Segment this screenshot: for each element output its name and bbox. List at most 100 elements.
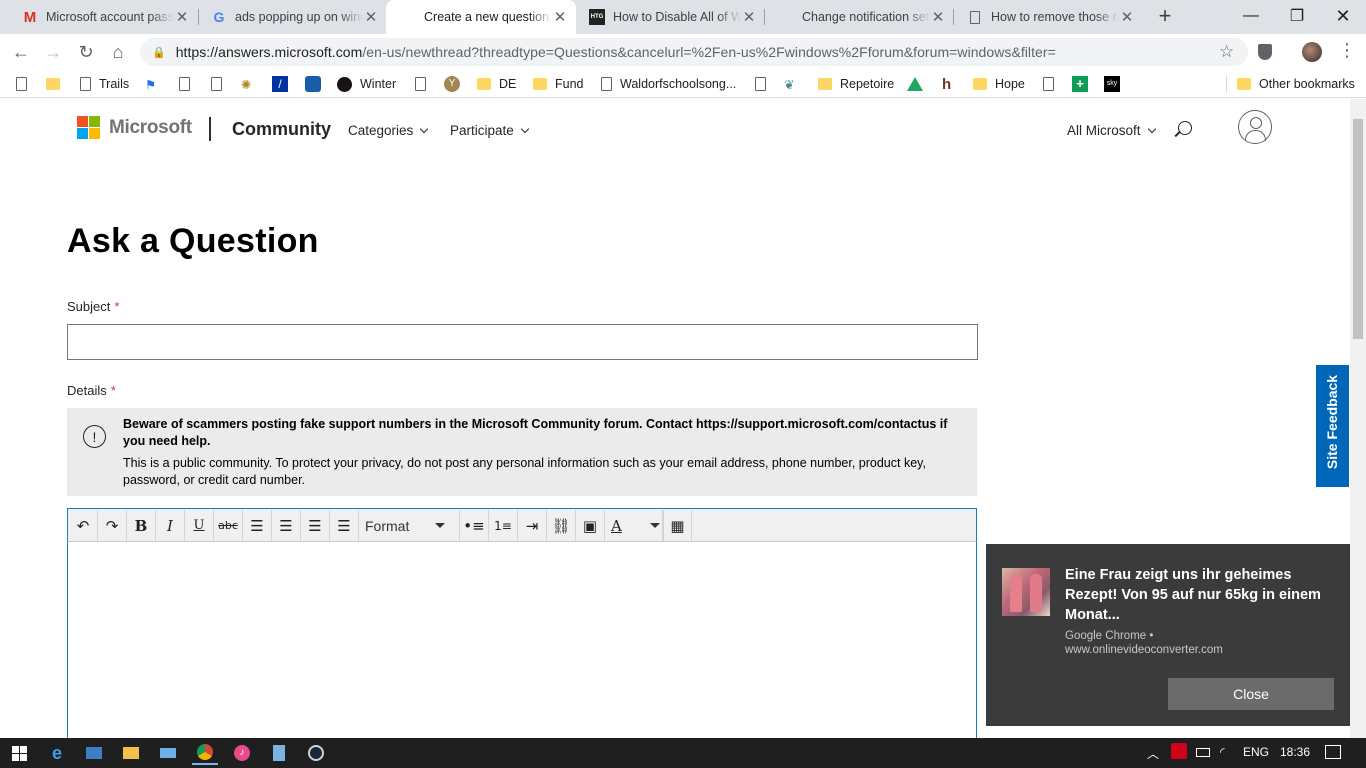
- image-button[interactable]: ▣: [576, 510, 605, 541]
- format-dropdown[interactable]: Format: [359, 510, 460, 541]
- tab-remove-notifications[interactable]: How to remove those notifications ✕: [953, 0, 1143, 34]
- bookmark-icon-only[interactable]: [305, 75, 321, 93]
- restore-button[interactable]: ❐: [1274, 0, 1320, 32]
- shield-icon[interactable]: [1258, 44, 1272, 60]
- align-center-button[interactable]: ☰: [272, 510, 301, 541]
- profile-avatar[interactable]: [1302, 42, 1322, 62]
- bookmark-page[interactable]: [755, 75, 774, 93]
- tab-notification-settings[interactable]: Change notification settings ✕: [764, 0, 954, 34]
- file-explorer-icon[interactable]: [118, 741, 144, 765]
- bullet-list-button[interactable]: •≡: [460, 510, 489, 541]
- participate-menu[interactable]: Participate: [450, 123, 530, 138]
- notification-close-button[interactable]: Close: [1168, 678, 1334, 710]
- back-button[interactable]: ←: [8, 39, 34, 65]
- bookmark-fund[interactable]: Fund: [533, 75, 584, 93]
- reload-button[interactable]: ↻: [73, 39, 99, 65]
- community-link[interactable]: Community: [232, 119, 331, 140]
- wifi-icon[interactable]: ◜: [1220, 745, 1225, 759]
- antivirus-icon[interactable]: [1171, 743, 1187, 759]
- bookmark-icon-only[interactable]: +: [1072, 75, 1088, 93]
- chrome-notification-toast[interactable]: Eine Frau zeigt uns ihr geheimes Rezept!…: [986, 544, 1350, 726]
- account-avatar[interactable]: [1238, 110, 1272, 144]
- bookmark-de[interactable]: DE: [477, 75, 516, 93]
- windows-start-icon[interactable]: [6, 741, 32, 765]
- bookmark-page[interactable]: [1043, 75, 1062, 93]
- table-button[interactable]: ▦: [663, 510, 692, 541]
- chrome-icon[interactable]: [192, 741, 218, 765]
- font-color-button[interactable]: A: [605, 510, 663, 541]
- steam-icon[interactable]: [303, 741, 329, 765]
- tab-htg[interactable]: HTG How to Disable All of Windows ✕: [575, 0, 765, 34]
- bookmark-page[interactable]: [211, 75, 230, 93]
- folder-icon: [533, 78, 547, 90]
- lock-icon[interactable]: 🔒: [152, 46, 166, 59]
- bookmark-repetoire[interactable]: Repetoire: [818, 75, 894, 93]
- bookmark-waldorf[interactable]: Waldorfschoolsong...: [601, 75, 736, 93]
- link-button[interactable]: ⛓: [547, 510, 576, 541]
- align-right-button[interactable]: ☰: [301, 510, 330, 541]
- forward-button[interactable]: →: [40, 39, 66, 65]
- subject-input[interactable]: [67, 324, 978, 360]
- redo-button[interactable]: ↷: [98, 510, 127, 541]
- close-window-button[interactable]: ✕: [1320, 0, 1366, 32]
- close-tab-icon[interactable]: ✕: [174, 8, 190, 26]
- bookmark-icon-only[interactable]: ❦: [784, 75, 794, 93]
- scrollbar-thumb[interactable]: [1353, 119, 1363, 339]
- bookmark-icon-only[interactable]: ⚑: [145, 75, 156, 93]
- clock[interactable]: 18:36: [1280, 745, 1310, 759]
- search-icon[interactable]: [1174, 121, 1192, 137]
- other-bookmarks[interactable]: Other bookmarks: [1237, 75, 1355, 93]
- bookmark-winter[interactable]: Winter: [337, 75, 396, 93]
- battery-icon[interactable]: [1196, 748, 1210, 757]
- bookmark-icon-only[interactable]: Y: [444, 75, 460, 93]
- justify-button[interactable]: ☰: [330, 510, 359, 541]
- align-left-button[interactable]: ☰: [243, 510, 272, 541]
- details-editor[interactable]: [67, 542, 977, 738]
- bookmark-hope[interactable]: Hope: [973, 75, 1025, 93]
- tab-create-question[interactable]: Create a new question or ✕: [386, 0, 576, 34]
- close-tab-icon[interactable]: ✕: [363, 8, 379, 26]
- indent-button[interactable]: ⇥: [518, 510, 547, 541]
- bookmark-page[interactable]: [16, 75, 35, 93]
- address-bar[interactable]: 🔒 https://answers.microsoft.com/en-us/ne…: [140, 38, 1248, 66]
- bookmark-page[interactable]: [415, 75, 434, 93]
- tray-chevron-up-icon[interactable]: ︿: [1147, 745, 1159, 762]
- italic-button[interactable]: I: [156, 510, 185, 541]
- bold-button[interactable]: B: [127, 510, 156, 541]
- bookmark-folder[interactable]: [46, 75, 68, 93]
- star-icon[interactable]: ☆: [1219, 42, 1234, 62]
- all-microsoft-menu[interactable]: All Microsoft: [1067, 123, 1156, 138]
- tab-google[interactable]: G ads popping up on windows ✕: [197, 0, 387, 34]
- underline-button[interactable]: U: [185, 510, 214, 541]
- language-indicator[interactable]: ENG: [1243, 745, 1269, 759]
- close-tab-icon[interactable]: ✕: [930, 8, 946, 26]
- bookmark-icon-only[interactable]: ✺: [241, 75, 251, 93]
- edge-icon[interactable]: e: [44, 741, 70, 765]
- categories-menu[interactable]: Categories: [348, 123, 429, 138]
- page-scrollbar[interactable]: [1350, 99, 1366, 738]
- numbered-list-button[interactable]: 1≡: [489, 510, 518, 541]
- minimize-button[interactable]: —: [1228, 0, 1274, 32]
- close-tab-icon[interactable]: ✕: [552, 8, 568, 26]
- bookmark-icon-only[interactable]: h: [942, 75, 951, 93]
- site-feedback-button[interactable]: Site Feedback: [1316, 365, 1349, 487]
- menu-icon[interactable]: ⋮: [1338, 40, 1356, 61]
- action-center-icon[interactable]: [1325, 745, 1341, 759]
- strikethrough-button[interactable]: abc: [214, 510, 243, 541]
- notepad-icon[interactable]: [266, 741, 292, 765]
- close-tab-icon[interactable]: ✕: [741, 8, 757, 26]
- undo-button[interactable]: ↶: [69, 510, 98, 541]
- bookmark-icon-only[interactable]: [907, 75, 923, 93]
- bookmark-icon-only[interactable]: /: [272, 75, 288, 93]
- bookmark-icon-only[interactable]: sky: [1104, 75, 1120, 93]
- close-tab-icon[interactable]: ✕: [1119, 8, 1135, 26]
- bookmark-page[interactable]: [179, 75, 198, 93]
- new-tab-button[interactable]: +: [1154, 5, 1176, 27]
- bookmark-trails[interactable]: Trails: [80, 75, 129, 93]
- store-icon[interactable]: [81, 741, 107, 765]
- itunes-icon[interactable]: ♪: [229, 741, 255, 765]
- microsoft-logo[interactable]: Microsoft: [77, 116, 192, 139]
- keyboard-icon[interactable]: [155, 741, 181, 765]
- tab-gmail[interactable]: M Microsoft account password ✕: [8, 0, 198, 34]
- home-button[interactable]: ⌂: [105, 39, 131, 65]
